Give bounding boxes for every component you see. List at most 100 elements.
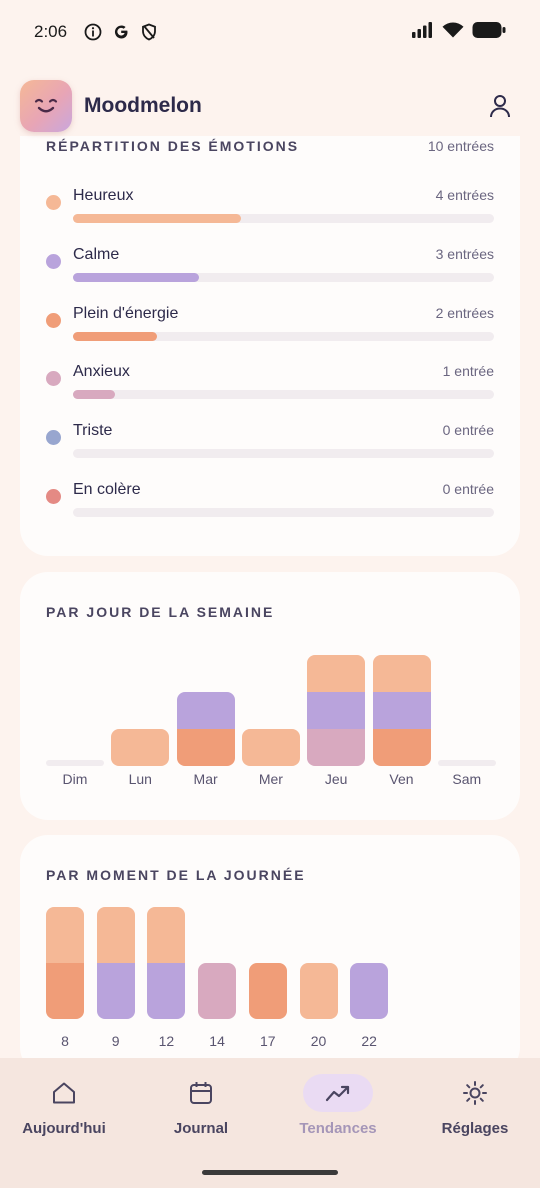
battery-icon — [472, 21, 506, 44]
nav-label: Réglages — [441, 1120, 509, 1137]
hour-label: 22 — [361, 1033, 377, 1049]
week-card: PAR JOUR DE LA SEMAINE Dim Lun Mar Mer Jeu Ve… — [20, 572, 520, 820]
emotion-label: Triste — [73, 422, 113, 439]
time-chart — [46, 907, 494, 1019]
signal-icon — [412, 21, 434, 43]
hour-label: 9 — [111, 1033, 120, 1049]
app-title: Moodmelon — [84, 94, 202, 117]
emotion-label: Calme — [73, 246, 120, 263]
emotions-card: RÉPARTITION DES ÉMOTIONS 10 entrées Heur… — [20, 120, 520, 556]
week-bar-jeu — [307, 655, 366, 766]
emotion-dot — [46, 195, 61, 210]
emotion-count: 4 entrées — [435, 187, 494, 203]
day-label: Mer — [258, 771, 283, 787]
week-bar-segment — [307, 729, 366, 766]
nav-journal[interactable]: Journal — [141, 1074, 261, 1144]
emotion-bar-track — [73, 508, 494, 517]
emotion-bar-fill — [73, 214, 242, 223]
wifi-icon — [442, 22, 464, 43]
emotion-row-anxieux: Anxieux 1 entrée — [46, 363, 494, 413]
hour-label: 12 — [158, 1033, 175, 1049]
app-header: Moodmelon — [0, 76, 540, 136]
hour-bar-segment — [96, 907, 135, 963]
emotion-row-colere: En colère 0 entrée — [46, 481, 494, 531]
emotion-count: 0 entrée — [442, 481, 494, 497]
emotion-bar-fill — [73, 390, 116, 399]
week-bar-lun — [111, 729, 170, 766]
emotion-label: Plein d'énergie — [73, 305, 179, 322]
emotion-row-triste: Triste 0 entrée — [46, 422, 494, 472]
info-icon — [83, 22, 103, 42]
week-bar-segment — [372, 729, 431, 766]
emotion-label: Anxieux — [73, 363, 130, 380]
home-icon — [29, 1074, 99, 1112]
day-label: Sam — [452, 771, 482, 787]
settings-icon — [440, 1074, 510, 1112]
hour-bar-segment — [46, 963, 84, 1019]
time-card: PAR MOMENT DE LA JOURNÉE 8 9 12 14 17 20 22 — [20, 835, 520, 1075]
emotion-dot — [46, 371, 61, 386]
day-label: Ven — [389, 771, 414, 787]
day-label: Lun — [128, 771, 152, 787]
nav-label: Aujourd'hui — [22, 1120, 106, 1137]
week-bar-segment — [241, 729, 300, 766]
week-bar-segment — [176, 692, 235, 729]
week-chart — [46, 636, 496, 766]
hour-bar-segment — [198, 963, 237, 1019]
hour-bar-segment — [147, 963, 186, 1019]
hour-bar-segment — [350, 963, 389, 1019]
emotion-row-heureux: Heureux 4 entrées — [46, 187, 494, 237]
nav-trends[interactable]: Tendances — [278, 1074, 398, 1144]
hour-bar-20 — [299, 963, 338, 1019]
emotion-count: 2 entrées — [435, 305, 494, 321]
nav-today[interactable]: Aujourd'hui — [4, 1074, 124, 1144]
emotion-bar-track — [73, 214, 494, 223]
hour-label: 8 — [61, 1033, 69, 1049]
emotion-bar-track — [73, 449, 494, 458]
week-bar-mer — [241, 729, 300, 766]
emotion-dot — [46, 430, 61, 445]
week-bar-segment — [111, 729, 170, 766]
emotion-count: 0 entrée — [442, 422, 494, 438]
emotion-count: 3 entrées — [435, 246, 494, 262]
hour-label: 14 — [209, 1033, 225, 1049]
emotion-label: Heureux — [73, 187, 134, 204]
status-bar: 2:06 — [0, 0, 540, 64]
emotions-title: RÉPARTITION DES ÉMOTIONS — [46, 138, 300, 154]
status-right — [412, 21, 506, 44]
nav-label: Journal — [173, 1120, 229, 1137]
week-bar-segment — [307, 692, 366, 729]
hour-bar-8 — [46, 907, 84, 1019]
hour-bar-segment — [299, 963, 338, 1019]
emotion-bar-track — [73, 273, 494, 282]
emotion-row-calme: Calme 3 entrées — [46, 246, 494, 296]
hour-label: 17 — [260, 1033, 276, 1049]
emotion-bar-track — [73, 332, 494, 341]
week-bar-segment — [307, 655, 366, 692]
week-bar-segment — [176, 729, 235, 766]
week-bar-mar — [176, 692, 235, 766]
emotion-label: En colère — [73, 481, 141, 498]
emotion-bar-track — [73, 390, 494, 399]
nav-settings[interactable]: Réglages — [415, 1074, 535, 1144]
time-title: PAR MOMENT DE LA JOURNÉE — [46, 867, 306, 883]
calendar-icon — [166, 1074, 236, 1112]
trend-icon — [303, 1074, 373, 1112]
shield-icon — [139, 22, 159, 42]
smile-face-icon — [20, 80, 72, 132]
week-title: PAR JOUR DE LA SEMAINE — [46, 604, 275, 620]
day-label: Dim — [62, 771, 88, 787]
home-indicator — [202, 1170, 338, 1175]
hour-bar-12 — [147, 907, 186, 1019]
bottom-nav: Aujourd'hui Journal Tendances Réglages — [0, 1058, 540, 1188]
week-bar-dim — [46, 760, 104, 766]
user-icon[interactable] — [480, 86, 520, 126]
emotion-bar-fill — [73, 332, 158, 341]
emotion-dot — [46, 313, 61, 328]
emotions-total: 10 entrées — [427, 138, 494, 154]
hour-bar-segment — [96, 963, 135, 1019]
week-bar-segment — [372, 655, 431, 692]
hour-bar-segment — [248, 963, 287, 1019]
status-time: 2:06 — [34, 22, 68, 41]
day-label: Mar — [193, 771, 218, 787]
